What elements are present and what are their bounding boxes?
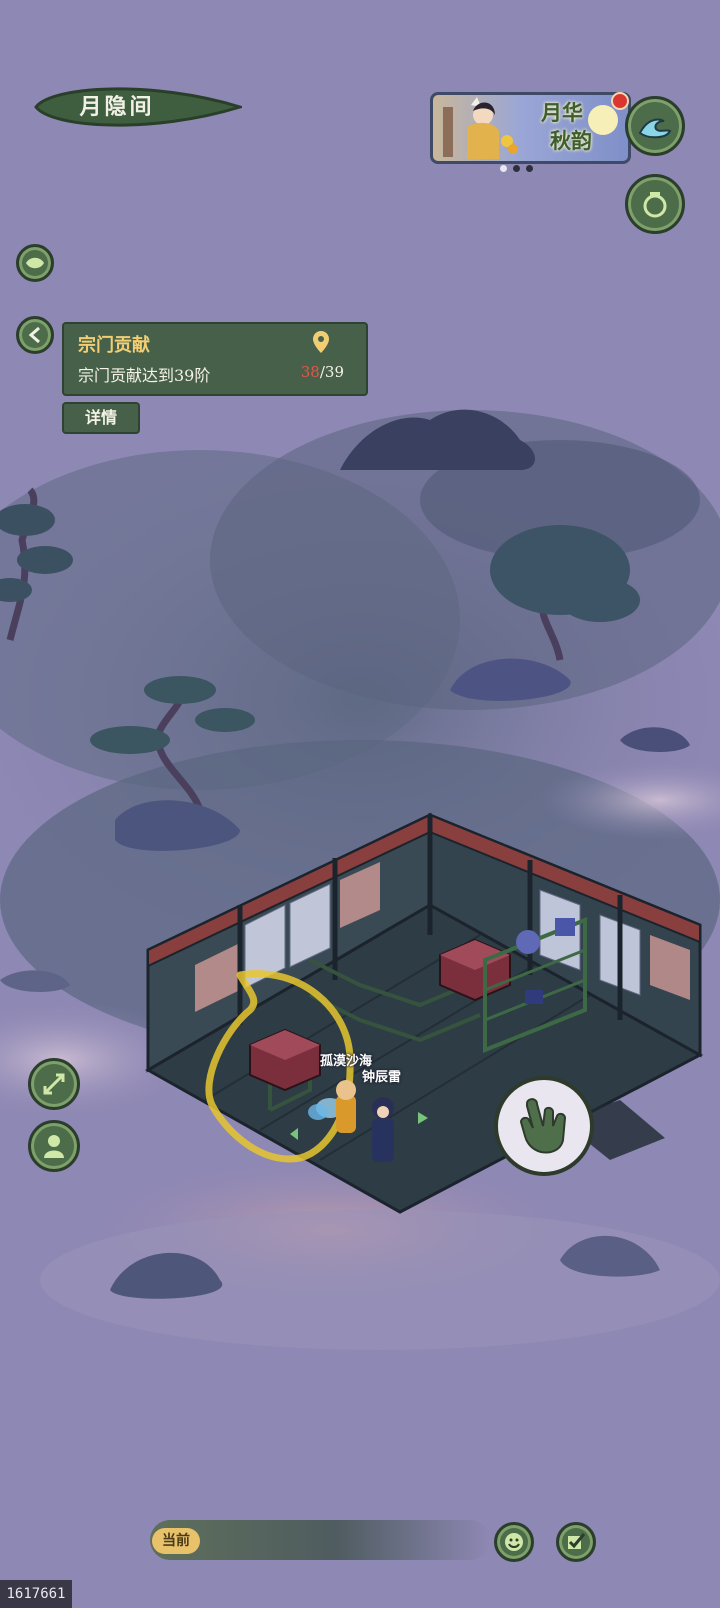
task-title: 宗门贡献: [78, 335, 150, 356]
jar-icon: [643, 192, 667, 218]
task-collapse-button[interactable]: [16, 316, 54, 354]
wave-button[interactable]: [625, 96, 685, 156]
wave-icon: [638, 118, 672, 139]
game-scene[interactable]: [0, 0, 720, 1608]
expand-arrows-icon: [43, 1073, 65, 1095]
details-button[interactable]: 详情: [62, 402, 140, 434]
expand-button[interactable]: [28, 1058, 80, 1110]
event-banner-title: 月华 秋韵: [512, 99, 612, 155]
chevron-left-icon: [28, 326, 40, 344]
leaf-icon: [26, 257, 44, 269]
interact-button[interactable]: [494, 1076, 594, 1176]
task-progress: 38/39: [301, 363, 344, 381]
banner-page-dot-3[interactable]: [526, 165, 533, 172]
hand-pointer-icon: [519, 1098, 567, 1154]
character-button[interactable]: [28, 1120, 80, 1172]
event-banner-line1: 月华: [541, 100, 583, 125]
event-banner[interactable]: 月华 秋韵: [430, 92, 631, 164]
task-progress-total: /39: [319, 363, 344, 381]
banner-page-dot-2[interactable]: [513, 165, 520, 172]
jar-button[interactable]: [625, 174, 685, 234]
banner-page-dot-1[interactable]: [500, 165, 507, 172]
location-title-banner: 月隐间: [32, 82, 242, 132]
chat-bar[interactable]: [150, 1520, 490, 1560]
collapse-button[interactable]: [16, 244, 54, 282]
character-warrior[interactable]: [372, 1097, 394, 1162]
character-name-2: 钟辰雷: [362, 1070, 402, 1085]
task-card[interactable]: 宗门贡献 宗门贡献达到39阶 38/39: [62, 322, 368, 396]
emoji-button[interactable]: [494, 1522, 534, 1562]
smile-icon: [505, 1533, 523, 1551]
checkbox-pen-icon: [568, 1533, 586, 1549]
event-banner-line2: 秋韵: [550, 128, 592, 153]
notification-dot: [611, 92, 629, 110]
quick-message-button[interactable]: [556, 1522, 596, 1562]
task-progress-current: 38: [300, 363, 320, 381]
character-icon: [44, 1135, 64, 1158]
user-id-watermark: 1617661: [0, 1580, 72, 1608]
task-description: 宗门贡献达到39阶: [78, 366, 211, 385]
location-pin-icon[interactable]: [312, 330, 330, 354]
location-title: 月隐间: [79, 94, 155, 120]
chat-channel-label[interactable]: 当前: [152, 1528, 200, 1554]
